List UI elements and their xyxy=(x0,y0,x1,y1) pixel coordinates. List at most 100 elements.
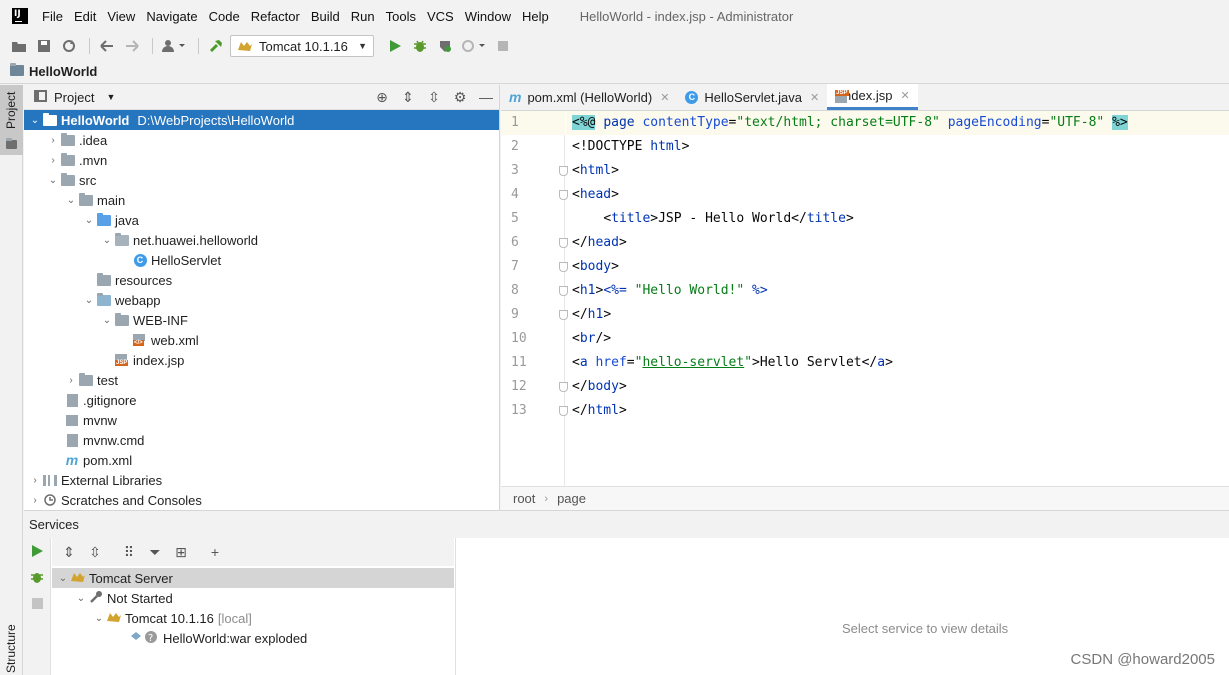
tree-item-mvn[interactable]: › .mvn xyxy=(24,150,499,170)
code-link[interactable]: hello-servlet xyxy=(642,355,744,370)
chevron-right-icon[interactable]: › xyxy=(46,135,60,146)
close-icon[interactable]: ✕ xyxy=(810,91,819,104)
menu-edit[interactable]: Edit xyxy=(74,9,96,24)
run-play-icon[interactable] xyxy=(384,35,406,57)
profile-run-icon[interactable] xyxy=(459,35,489,57)
vcs-user-icon[interactable] xyxy=(159,35,189,57)
add-service-icon[interactable]: + xyxy=(202,544,228,560)
forward-arrow-icon[interactable] xyxy=(121,35,143,57)
tree-item-resources[interactable]: resources xyxy=(24,270,499,290)
code-lines[interactable]: <%@ page contentType = "text/html; charset… xyxy=(566,111,1229,423)
tree-item-external-libraries[interactable]: › External Libraries xyxy=(24,470,499,490)
menu-vcs[interactable]: VCS xyxy=(427,9,454,24)
expand-all-icon[interactable]: ⇕ xyxy=(56,544,82,561)
filter-icon[interactable]: ⏷ xyxy=(142,544,168,561)
chevron-down-icon[interactable]: ⌄ xyxy=(92,613,106,624)
tree-item-label: pom.xml xyxy=(83,452,133,468)
chevron-down-icon[interactable]: ▼ xyxy=(106,92,115,102)
debug-bug-icon[interactable] xyxy=(409,35,431,57)
tab-pom-xml[interactable]: m pom.xml (HelloWorld) ✕ xyxy=(501,84,677,110)
menu-code[interactable]: Code xyxy=(209,9,240,24)
collapse-all-icon[interactable]: ⇳ xyxy=(82,544,108,561)
tree-item-helloservlet[interactable]: C HelloServlet xyxy=(24,250,499,270)
service-item-artifact[interactable]: ? HelloWorld:war exploded xyxy=(52,628,454,648)
tree-item-web-inf[interactable]: ⌄ WEB-INF xyxy=(24,310,499,330)
menu-window[interactable]: Window xyxy=(465,9,511,24)
chevron-right-icon[interactable]: › xyxy=(46,155,60,166)
coverage-shield-icon[interactable] xyxy=(434,35,456,57)
project-panel-title[interactable]: Project xyxy=(54,90,94,105)
chevron-down-icon[interactable]: ⌄ xyxy=(82,295,96,306)
debug-bug-icon[interactable] xyxy=(24,564,50,590)
stop-icon[interactable] xyxy=(492,35,514,57)
tool-window-tab-structure[interactable]: Structure xyxy=(4,624,18,673)
tree-item-java[interactable]: ⌄ java xyxy=(24,210,499,230)
chevron-down-icon[interactable]: ⌄ xyxy=(82,215,96,226)
tree-item-webapp[interactable]: ⌄ webapp xyxy=(24,290,499,310)
locate-target-icon[interactable]: ⊕ xyxy=(369,89,395,106)
menu-view[interactable]: View xyxy=(107,9,135,24)
service-item-tomcat-server[interactable]: ⌄ Tomcat Server xyxy=(52,568,454,588)
stop-icon[interactable] xyxy=(24,590,50,616)
tree-item-main[interactable]: ⌄ main xyxy=(24,190,499,210)
sync-icon[interactable] xyxy=(58,35,80,57)
chevron-right-icon[interactable]: › xyxy=(28,475,42,486)
tree-item-pom-xml[interactable]: m pom.xml xyxy=(24,450,499,470)
tree-item-gitignore[interactable]: .gitignore xyxy=(24,390,499,410)
chevron-down-icon[interactable]: ⌄ xyxy=(74,593,88,604)
tree-item-mvnw-cmd[interactable]: mvnw.cmd xyxy=(24,430,499,450)
tree-item-mvnw[interactable]: mvnw xyxy=(24,410,499,430)
chevron-right-icon[interactable]: › xyxy=(64,375,78,386)
menu-tools[interactable]: Tools xyxy=(386,9,416,24)
menu-help[interactable]: Help xyxy=(522,9,549,24)
new-tab-icon[interactable]: ⊞ xyxy=(168,544,194,561)
close-icon[interactable]: ✕ xyxy=(900,89,909,102)
service-item-tomcat-instance[interactable]: ⌄ Tomcat 10.1.16 [local] xyxy=(52,608,454,628)
chevron-down-icon[interactable]: ⌄ xyxy=(28,115,42,126)
tree-item-index-jsp[interactable]: JSP index.jsp xyxy=(24,350,499,370)
breadcrumb-item-page[interactable]: page xyxy=(557,491,586,506)
tree-item-scratches[interactable]: › Scratches and Consoles xyxy=(24,490,499,510)
menu-file[interactable]: File xyxy=(42,9,63,24)
back-arrow-icon[interactable] xyxy=(96,35,118,57)
line-number-text: 6 xyxy=(511,235,519,250)
tree-item-idea[interactable]: › .idea xyxy=(24,130,499,150)
menu-build[interactable]: Build xyxy=(311,9,340,24)
chevron-down-icon[interactable]: ⌄ xyxy=(46,175,60,186)
tree-item-test[interactable]: › test xyxy=(24,370,499,390)
tab-index-jsp[interactable]: JSP index.jsp ✕ xyxy=(827,84,918,110)
java-class-icon: C xyxy=(685,90,699,104)
menu-refactor[interactable]: Refactor xyxy=(251,9,300,24)
services-tool-window: Services ⇕ ⇳ ⠿ ⏷ ⊞ + ⌄ Tomcat Server ⌄ N… xyxy=(24,510,1229,675)
chevron-down-icon[interactable]: ⌄ xyxy=(100,235,114,246)
menu-run[interactable]: Run xyxy=(351,9,375,24)
group-by-icon[interactable]: ⠿ xyxy=(116,544,142,561)
settings-gear-icon[interactable]: ⚙ xyxy=(447,89,473,106)
save-icon[interactable] xyxy=(33,35,55,57)
tab-helloservlet-java[interactable]: C HelloServlet.java ✕ xyxy=(677,84,827,110)
tree-item-src[interactable]: ⌄ src xyxy=(24,170,499,190)
tree-item-helloworld[interactable]: ⌄ HelloWorld D:\WebProjects\HelloWorld xyxy=(24,110,499,130)
close-icon[interactable]: ✕ xyxy=(660,91,669,104)
run-config-selector[interactable]: Tomcat 10.1.16 ▼ xyxy=(230,35,374,57)
chevron-right-icon[interactable]: › xyxy=(28,495,42,506)
expand-all-icon[interactable]: ⇕ xyxy=(395,89,421,106)
toolbar-divider xyxy=(152,38,153,54)
chevron-down-icon[interactable]: ⌄ xyxy=(64,195,78,206)
chevron-down-icon[interactable]: ⌄ xyxy=(56,573,70,584)
run-play-icon[interactable] xyxy=(24,538,50,564)
service-item-not-started[interactable]: ⌄ Not Started xyxy=(52,588,454,608)
open-folder-icon[interactable] xyxy=(8,35,30,57)
build-hammer-icon[interactable] xyxy=(205,35,227,57)
tool-window-tab-project[interactable]: Project xyxy=(0,85,23,155)
chevron-down-icon[interactable]: ⌄ xyxy=(100,315,114,326)
collapse-all-icon[interactable]: ⇳ xyxy=(421,89,447,106)
code-token: < xyxy=(603,211,612,226)
menu-navigate[interactable]: Navigate xyxy=(146,9,197,24)
tree-item-web-xml[interactable]: </> web.xml xyxy=(24,330,499,350)
minimize-icon[interactable]: — xyxy=(473,89,499,105)
breadcrumb-item-root[interactable]: root xyxy=(513,491,535,506)
breadcrumb-project[interactable]: HelloWorld xyxy=(29,64,97,79)
code-area[interactable]: 1 2 3 4 5 6 7 8 9 10 11 12 13 <%@ page c… xyxy=(501,111,1229,486)
tree-item-package[interactable]: ⌄ net.huawei.helloworld xyxy=(24,230,499,250)
